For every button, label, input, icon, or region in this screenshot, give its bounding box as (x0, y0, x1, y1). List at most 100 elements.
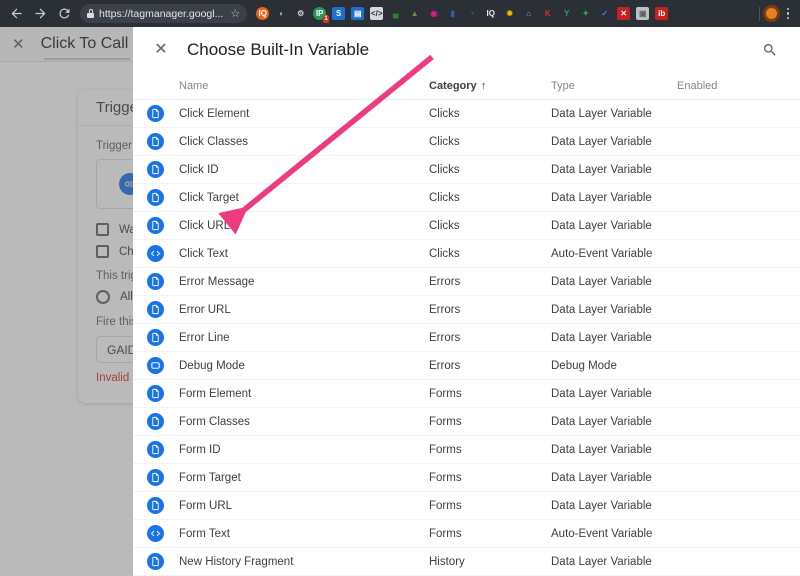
kebab-menu-icon[interactable] (780, 7, 796, 20)
table-row[interactable]: Error URL Errors Data Layer Variable (133, 296, 800, 324)
cell-category: Errors (429, 331, 461, 344)
table-row[interactable]: Click Target Clicks Data Layer Variable (133, 184, 800, 212)
extension-grey-dome[interactable]: ⌂ (519, 4, 538, 23)
cell-type: Data Layer Variable (551, 443, 652, 456)
cell-name: New History Fragment (179, 555, 294, 568)
table-row[interactable]: Click URL Clicks Data Layer Variable (133, 212, 800, 240)
extension-blue-leaf[interactable]: ◔ (462, 4, 481, 23)
table-row[interactable]: Click Text Clicks Auto-Event Variable (133, 240, 800, 268)
table-row[interactable]: Form Element Forms Data Layer Variable (133, 380, 800, 408)
row-icon-cell (147, 525, 179, 542)
extension-orange-iq[interactable]: IQ (253, 4, 272, 23)
extension-code-tag[interactable]: </> (367, 4, 386, 23)
auto-event-variable-icon (147, 245, 164, 262)
row-icon-cell (147, 161, 179, 178)
extension-green-bar[interactable]: ▄ (386, 4, 405, 23)
table-row[interactable]: Form Target Forms Data Layer Variable (133, 464, 800, 492)
cell-name: Form Classes (179, 415, 250, 428)
column-header-enabled[interactable]: Enabled (677, 80, 777, 92)
cell-name: Form ID (179, 443, 221, 456)
table-row[interactable]: Form Text Forms Auto-Event Variable (133, 520, 800, 548)
data-layer-variable-icon (147, 385, 164, 402)
extension-yellow-sun[interactable]: ✹ (500, 4, 519, 23)
cell-category: Clicks (429, 191, 460, 204)
star-icon[interactable]: ☆ (230, 7, 240, 20)
extension-snagit[interactable]: S (329, 4, 348, 23)
table-row[interactable]: Click Classes Clicks Data Layer Variable (133, 128, 800, 156)
extension-funnel[interactable]: Y (557, 4, 576, 23)
row-icon-cell (147, 133, 179, 150)
cell-name: Error URL (179, 303, 231, 316)
cell-name: Form Element (179, 387, 252, 400)
data-layer-variable-icon (147, 469, 164, 486)
extension-blue-card[interactable]: ▤ (348, 4, 367, 23)
extension-red-close[interactable]: ✕ (614, 4, 633, 23)
back-arrow-icon[interactable] (4, 2, 28, 26)
cell-name: Error Message (179, 275, 255, 288)
extension-green-bar-glyph: ▄ (389, 7, 403, 20)
table-row[interactable]: Error Message Errors Data Layer Variable (133, 268, 800, 296)
table-row[interactable]: New History Fragment History Data Layer Va… (133, 548, 800, 576)
extension-red-ib[interactable]: ib (652, 4, 671, 23)
data-layer-variable-icon (147, 497, 164, 514)
extension-red-ib-glyph: ib (655, 7, 669, 20)
extension-green-tag[interactable]: IP 1 (310, 4, 330, 23)
cell-name: Debug Mode (179, 359, 245, 372)
extensions-strip: IQ ◐ ⚙ IP 1 S ▤ </> ▄ ▲ ◉ ▮ ◔ IQ ✹ ⌂ K Y ✦ ✓ ✕ ▣ ib (253, 4, 756, 23)
table-row[interactable]: Click Element Clicks Data Layer Variable (133, 100, 800, 128)
cell-category: History (429, 555, 465, 568)
reload-icon[interactable] (52, 2, 76, 26)
table-row[interactable]: Click ID Clicks Data Layer Variable (133, 156, 800, 184)
extension-snagit-glyph: S (332, 7, 346, 20)
forward-arrow-icon[interactable] (28, 2, 52, 26)
extension-blue-check[interactable]: ✓ (595, 4, 614, 23)
cell-type: Data Layer Variable (551, 107, 652, 120)
cell-type: Data Layer Variable (551, 191, 652, 204)
row-icon-cell (147, 105, 179, 122)
column-header-name[interactable]: Name (179, 80, 429, 92)
extension-blue-check-glyph: ✓ (598, 7, 612, 20)
avatar[interactable] (763, 5, 780, 22)
data-layer-variable-icon (147, 329, 164, 346)
extension-red-k[interactable]: K (538, 4, 557, 23)
table-row[interactable]: Form ID Forms Data Layer Variable (133, 436, 800, 464)
column-header-category-label: Category (429, 79, 477, 92)
extension-shield-glyph: ▮ (446, 7, 460, 20)
table-body: Click Element Clicks Data Layer Variable Cl… (133, 100, 800, 576)
cell-name: Error Line (179, 331, 230, 344)
browser-toolbar: https://tagmanager.googl... ☆ IQ ◐ ⚙ IP 1 S ▤ <… (0, 0, 800, 27)
cell-name: Click Element (179, 107, 250, 120)
extension-pink-target[interactable]: ◉ (424, 4, 443, 23)
extension-code-tag-glyph: </> (370, 7, 384, 20)
extension-mountain[interactable]: ▲ (405, 4, 424, 23)
extension-iq-text[interactable]: IQ (481, 4, 500, 23)
extension-green-plus[interactable]: ✦ (576, 4, 595, 23)
cell-category: Clicks (429, 219, 460, 232)
search-icon[interactable] (758, 38, 782, 62)
table-row[interactable]: Form Classes Forms Data Layer Variable (133, 408, 800, 436)
row-icon-cell (147, 413, 179, 430)
cell-type: Data Layer Variable (551, 219, 652, 232)
extension-clipboard-glyph: ▣ (636, 7, 650, 20)
data-layer-variable-icon (147, 133, 164, 150)
extension-clipboard[interactable]: ▣ (633, 4, 652, 23)
cell-category: Clicks (429, 163, 460, 176)
extension-shield[interactable]: ▮ (443, 4, 462, 23)
column-header-category[interactable]: Category ↑ (429, 80, 551, 92)
screen: https://tagmanager.googl... ☆ IQ ◐ ⚙ IP 1 S ▤ <… (0, 0, 800, 576)
table-row[interactable]: Form URL Forms Data Layer Variable (133, 492, 800, 520)
extension-blue-leaf-glyph: ◔ (465, 7, 479, 20)
table-row[interactable]: Error Line Errors Data Layer Variable (133, 324, 800, 352)
close-icon[interactable]: ✕ (149, 41, 173, 58)
cell-category: Forms (429, 499, 462, 512)
row-icon-cell (147, 273, 179, 290)
extension-gear[interactable]: ⚙ (291, 4, 310, 23)
data-layer-variable-icon (147, 301, 164, 318)
table-row[interactable]: Debug Mode Errors Debug Mode (133, 352, 800, 380)
column-header-type[interactable]: Type (551, 80, 677, 92)
address-bar[interactable]: https://tagmanager.googl... ☆ (80, 4, 248, 23)
extension-green-plus-glyph: ✦ (579, 7, 593, 20)
extension-grey-swirl[interactable]: ◐ (272, 4, 291, 23)
toolbar-divider (759, 6, 760, 21)
cell-category: Errors (429, 275, 461, 288)
